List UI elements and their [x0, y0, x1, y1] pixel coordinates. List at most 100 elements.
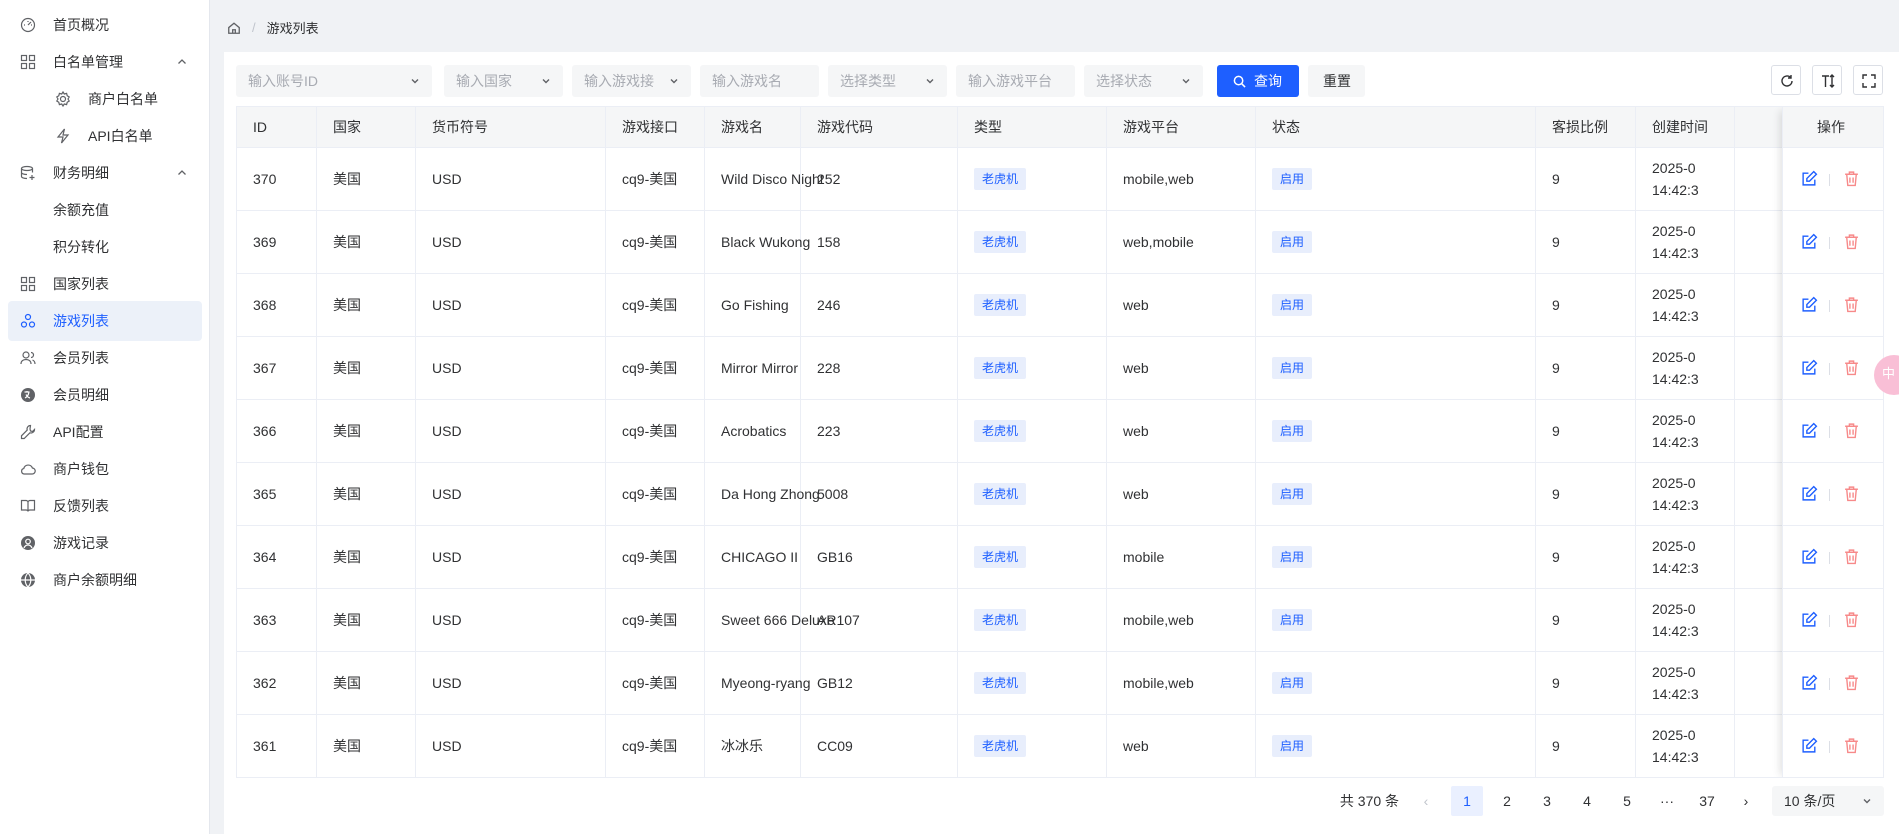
delete-icon[interactable] [1843, 485, 1860, 502]
fullscreen-button[interactable] [1853, 65, 1883, 95]
sidebar-item-13[interactable]: 反馈列表 [8, 486, 202, 526]
column-height-button[interactable] [1812, 65, 1842, 95]
sidebar-item-9[interactable]: 会员列表 [8, 338, 202, 378]
created-clock: 14:42:3 [1652, 182, 1699, 198]
country-select[interactable]: 输入国家 [444, 65, 563, 97]
edit-icon[interactable] [1801, 422, 1818, 439]
page-size-select[interactable]: 10 条/页 [1772, 786, 1884, 816]
edit-icon[interactable] [1801, 737, 1818, 754]
delete-icon[interactable] [1843, 611, 1860, 628]
type-select[interactable]: 选择类型 [828, 65, 947, 97]
sidebar-item-5[interactable]: 余额充值 [8, 190, 202, 230]
page-number[interactable]: 5 [1611, 786, 1643, 816]
table-cell-ratio: 9 [1536, 148, 1636, 210]
delete-icon[interactable] [1843, 548, 1860, 565]
created-date: 2025-0 [1652, 601, 1696, 617]
created-time: 2025-0 14:42:3 [1652, 283, 1699, 327]
edit-icon[interactable] [1801, 611, 1818, 628]
game-name-input[interactable]: 输入游戏名 [700, 65, 819, 97]
sidebar-item-1[interactable]: 白名单管理 [8, 42, 202, 82]
page-number[interactable]: 37 [1691, 786, 1723, 816]
created-time: 2025-0 14:42:3 [1652, 598, 1699, 642]
delete-icon[interactable] [1843, 170, 1860, 187]
cell-text: 370 [253, 171, 277, 187]
cell-text: 9 [1552, 171, 1560, 187]
next-page-button[interactable]: › [1736, 786, 1756, 816]
column-header-label: 游戏名 [721, 119, 763, 135]
table-cell-currency: USD [416, 463, 606, 525]
edit-icon[interactable] [1801, 233, 1818, 250]
status-select[interactable]: 选择状态 [1084, 65, 1203, 97]
edit-icon[interactable] [1801, 359, 1818, 376]
cell-text: CC09 [817, 738, 853, 754]
page-number[interactable]: 2 [1491, 786, 1523, 816]
delete-icon[interactable] [1843, 296, 1860, 313]
table-cell-status: 启用 [1256, 211, 1536, 273]
sidebar-item-label: 商户余额明细 [53, 572, 137, 588]
cell-text: 9 [1552, 486, 1560, 502]
table-cell-date: 2025-0 14:42:3 [1636, 463, 1735, 525]
delete-icon[interactable] [1843, 737, 1860, 754]
page-number[interactable]: 3 [1531, 786, 1563, 816]
delete-icon[interactable] [1843, 422, 1860, 439]
created-clock: 14:42:3 [1652, 623, 1699, 639]
edit-icon[interactable] [1801, 674, 1818, 691]
cell-text: 367 [253, 360, 277, 376]
cell-text: 9 [1552, 297, 1560, 313]
cell-text: 228 [817, 360, 841, 376]
platform-placeholder: 输入游戏平台 [968, 73, 1052, 89]
sidebar-item-2[interactable]: 商户白名单 [8, 79, 202, 119]
sidebar-item-12[interactable]: 商户钱包 [8, 449, 202, 489]
page-ellipsis[interactable]: ··· [1651, 786, 1683, 816]
sidebar-item-3[interactable]: API白名单 [8, 116, 202, 156]
edit-icon[interactable] [1801, 296, 1818, 313]
column-header: 游戏接口 [606, 107, 705, 147]
divider [1829, 299, 1830, 312]
table-cell-id: 364 [237, 526, 317, 588]
table-row: 366 美国 USD cq9-美国 Acrobatics 223 老虎机 web 启用 9 2025… [237, 400, 1883, 463]
delete-icon[interactable] [1843, 359, 1860, 376]
table-cell-currency: USD [416, 715, 606, 777]
table-cell-code: GB16 [801, 526, 958, 588]
floating-assist-label: 中 [1882, 366, 1896, 381]
sidebar-item-10[interactable]: 会员明细 [8, 375, 202, 415]
query-button[interactable]: 查询 [1217, 65, 1299, 97]
sidebar-item-7[interactable]: 国家列表 [8, 264, 202, 304]
delete-icon[interactable] [1843, 674, 1860, 691]
edit-icon[interactable] [1801, 548, 1818, 565]
sidebar-item-4[interactable]: 财务明细 [8, 153, 202, 193]
sidebar-item-6[interactable]: 积分转化 [8, 227, 202, 267]
table-cell-api: cq9-美国 [606, 400, 705, 462]
table-cell-country: 美国 [317, 589, 416, 651]
delete-icon[interactable] [1843, 233, 1860, 250]
total-count: 共 370 条 [1339, 793, 1400, 809]
refresh-button[interactable] [1771, 65, 1801, 95]
home-icon[interactable] [227, 21, 241, 35]
table-cell-ratio: 9 [1536, 274, 1636, 336]
sidebar-item-8[interactable]: 游戏列表 [8, 301, 202, 341]
account-id-select[interactable]: 输入账号ID [236, 65, 432, 97]
prev-page-button[interactable]: ‹ [1416, 786, 1436, 816]
table-cell-type: 老虎机 [958, 211, 1107, 273]
page-number[interactable]: 4 [1571, 786, 1603, 816]
table-cell-country: 美国 [317, 274, 416, 336]
table-row: 362 美国 USD cq9-美国 Myeong-ryang GB12 老虎机 mobile,… [237, 652, 1883, 715]
table-row: 364 美国 USD cq9-美国 CHICAGO II GB16 老虎机 mobile 启用 9… [237, 526, 1883, 589]
edit-icon[interactable] [1801, 170, 1818, 187]
sidebar-item-14[interactable]: 游戏记录 [8, 523, 202, 563]
reset-button[interactable]: 重置 [1308, 65, 1365, 97]
edit-icon[interactable] [1801, 485, 1818, 502]
column-header-label: ID [253, 119, 267, 135]
cell-text: GB16 [817, 549, 853, 565]
game-api-select[interactable]: 输入游戏接 [572, 65, 691, 97]
sidebar-item-15[interactable]: 商户余额明细 [8, 560, 202, 600]
platform-input[interactable]: 输入游戏平台 [956, 65, 1075, 97]
cell-text: mobile,web [1123, 612, 1194, 628]
page-number[interactable]: 1 [1451, 786, 1483, 816]
sidebar-item-11[interactable]: API配置 [8, 412, 202, 452]
sidebar-item-0[interactable]: 首页概况 [8, 5, 202, 45]
table-cell-currency: USD [416, 526, 606, 588]
column-header: ID [237, 107, 317, 147]
globe-icon [21, 572, 35, 588]
operations-column: 操作 [1782, 107, 1883, 777]
